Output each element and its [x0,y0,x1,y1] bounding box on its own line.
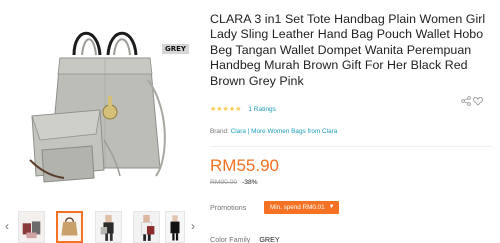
thumbnail-image [58,213,81,241]
thumbnail[interactable] [133,211,160,243]
thumbnail-strip: ‹ › [0,207,200,243]
product-title: CLARA 3 in1 Set Tote Handbag Plain Women… [210,12,486,88]
product-info: CLARA 3 in1 Set Tote Handbag Plain Women… [210,0,500,243]
color-family-value[interactable]: GREY [259,235,279,243]
brand-label: Brand: [210,128,229,135]
ratings-link[interactable]: 1 Ratings [248,105,275,115]
thumbnail-image [19,212,44,242]
main-product-image[interactable]: GREY [0,0,200,204]
color-family-row: Color Family GREY [210,235,280,243]
original-price: RM90.00 [210,179,238,186]
current-price: RM55.90 [210,156,279,175]
share-icon[interactable] [461,96,471,106]
promotions-row: Promotions Min. spend RM0.01 ▼ [210,201,492,215]
thumbnail-image [134,212,159,242]
product-gallery: GREY ‹ › [0,0,200,243]
promotions-label: Promotions [210,203,247,212]
promotion-badge[interactable]: Min. spend RM0.01 ▼ [264,201,339,214]
thumbnail-image [166,212,184,242]
thumbnail-active[interactable] [56,211,83,243]
brand-link[interactable]: Clara [231,128,246,135]
rating-row: ★★★★★ 1 Ratings [210,105,276,115]
rating-stars-icon: ★★★★★ [210,106,242,113]
handbag-image [29,31,166,183]
discount-percent: -38% [242,179,258,186]
brand-separator: | [247,128,250,135]
chevron-down-icon: ▼ [328,204,335,210]
thumbnail-image [96,212,121,242]
thumbnail[interactable] [18,211,45,243]
next-arrow-icon[interactable]: › [188,219,198,233]
color-tag: GREY [162,44,189,54]
more-from-brand-link[interactable]: More Women Bags from Clara [251,128,337,135]
heart-icon[interactable] [473,96,483,106]
price-old-row: RM90.00 -38% [210,178,258,187]
color-family-label: Color Family [210,235,251,243]
divider [210,146,492,147]
prev-arrow-icon[interactable]: ‹ [2,219,12,233]
brand-row: Brand: Clara | More Women Bags from Clar… [210,127,337,137]
promotion-badge-text: Min. spend RM0.01 [270,204,325,211]
thumbnail[interactable] [165,211,185,243]
thumbnail[interactable] [95,211,122,243]
